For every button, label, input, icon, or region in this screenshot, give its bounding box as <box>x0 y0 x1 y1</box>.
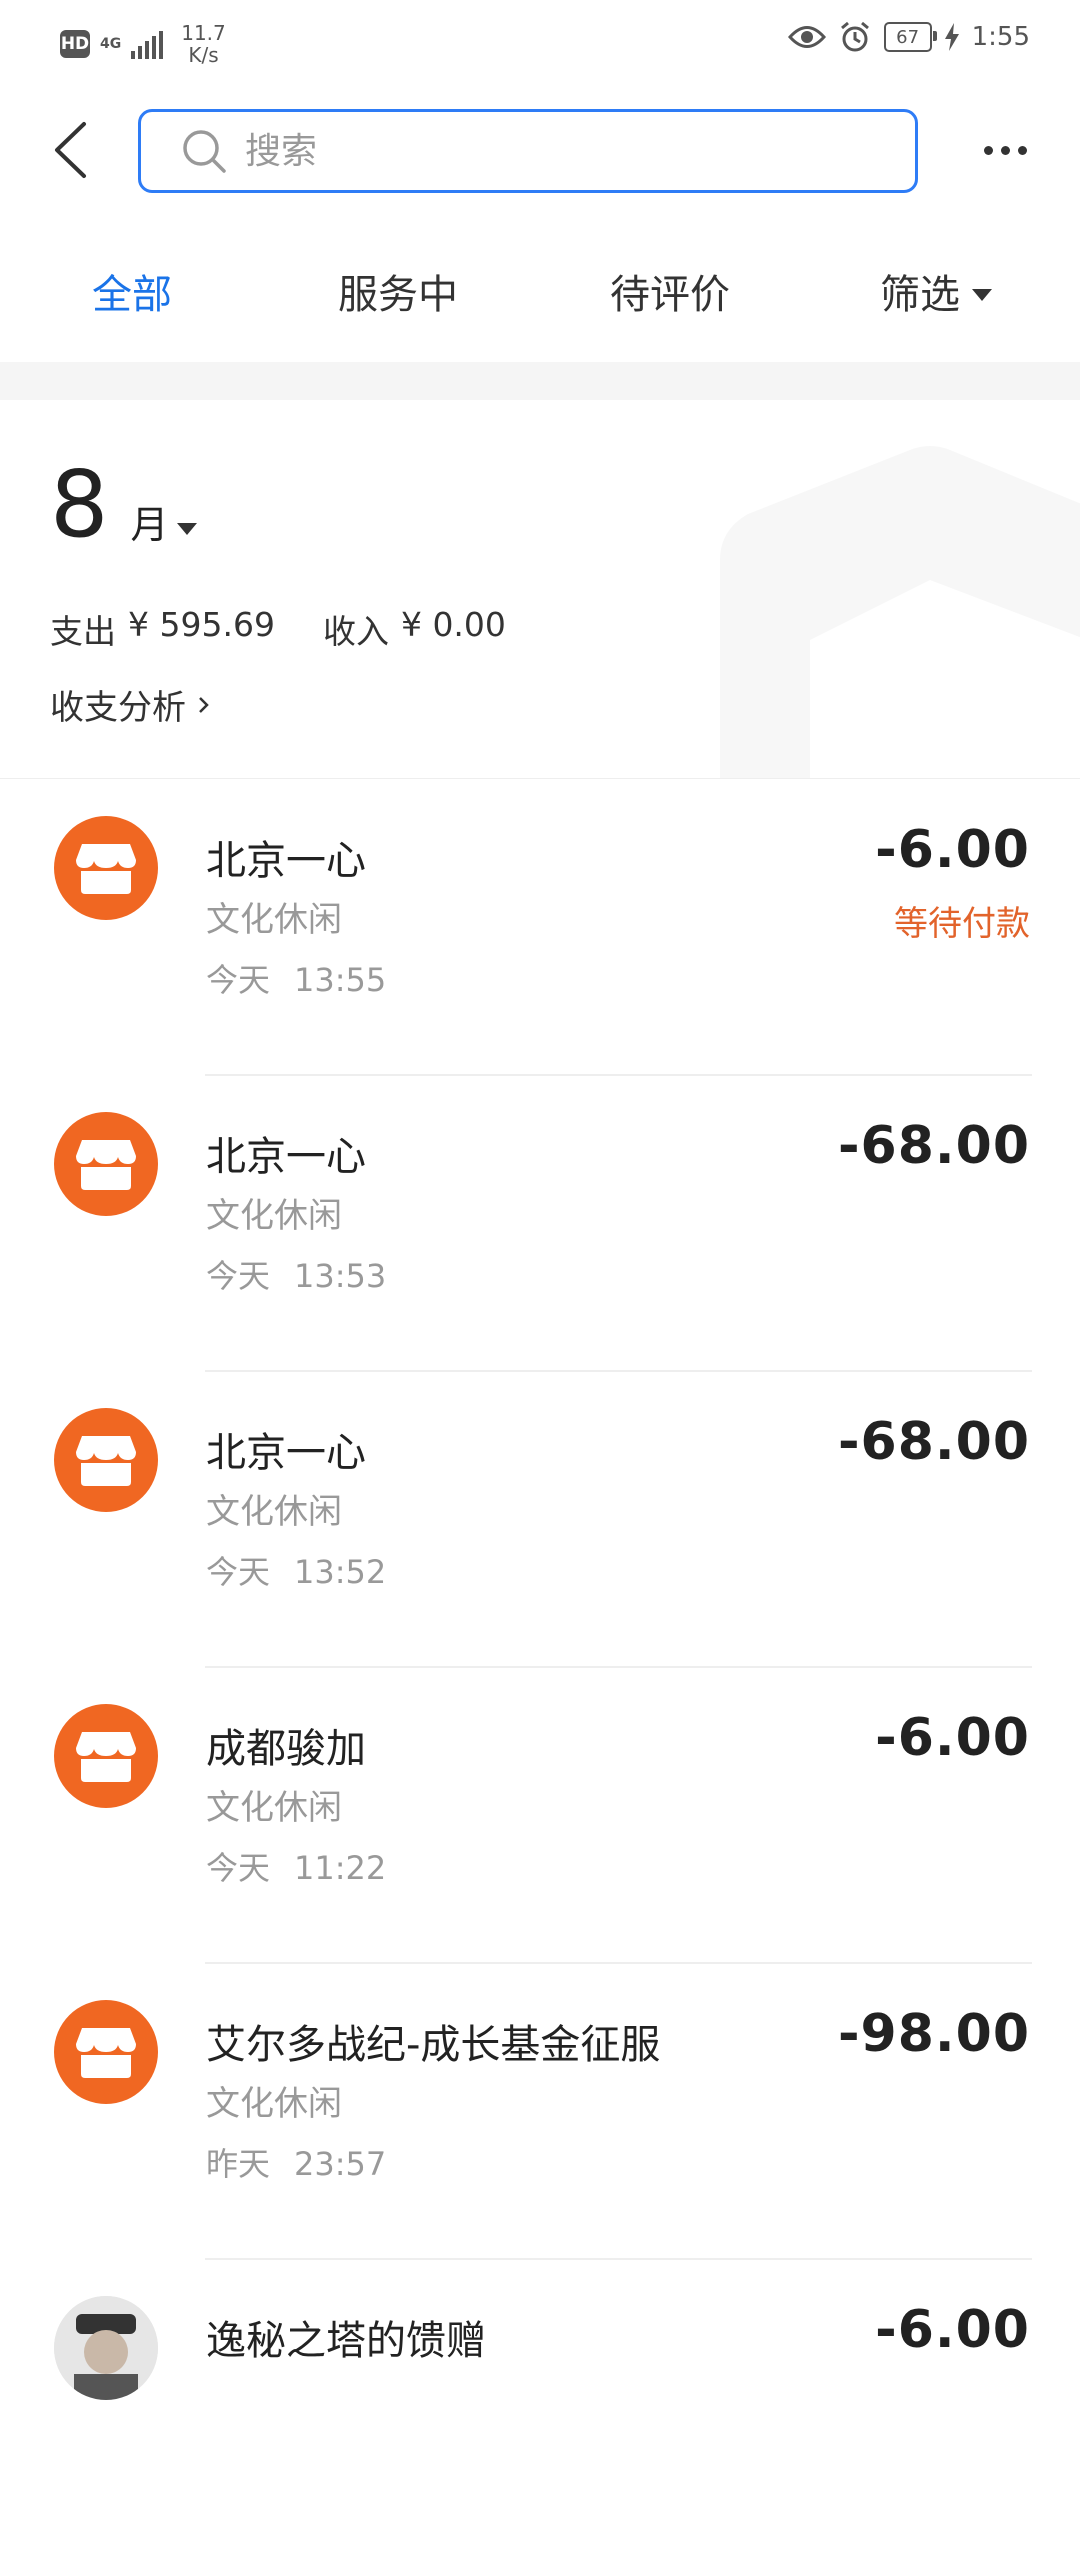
transaction-time: 今天 13:52 <box>206 1547 386 1593</box>
transaction-category: 文化休闲 <box>206 1788 342 1828</box>
hd-badge: HD <box>60 30 90 58</box>
transaction-amount: -68.00 <box>837 1412 1030 1472</box>
transaction-day: 今天 <box>206 961 271 999</box>
back-arrow-icon <box>55 122 86 178</box>
transaction-status: 等待付款 <box>894 904 1030 944</box>
status-bar: HD 4G 11.7 K/s 67 1:55 <box>0 0 1080 80</box>
transaction-day: 昨天 <box>206 2145 271 2183</box>
transaction-time: 今天 13:55 <box>206 955 386 1001</box>
tab-filter-label: 筛选 <box>880 272 960 318</box>
network-type: 4G <box>100 36 122 52</box>
tab-bar: 全部 服务中 待评价 筛选 <box>0 255 1080 335</box>
transaction-title: 逸秘之塔的馈赠 <box>206 2318 486 2364</box>
more-options-button[interactable] <box>975 125 1035 175</box>
transaction-category: 文化休闲 <box>206 1196 342 1236</box>
transaction-clock: 13:53 <box>294 1257 387 1295</box>
analysis-link[interactable]: 收支分析 <box>50 680 210 729</box>
caret-down-icon <box>176 523 197 535</box>
transaction-day: 今天 <box>206 1257 271 1295</box>
transaction-title: 北京一心 <box>206 838 366 884</box>
transaction-title: 北京一心 <box>206 1430 366 1476</box>
transaction-day: 今天 <box>206 1849 271 1887</box>
charging-icon <box>944 23 959 51</box>
transaction-row[interactable]: 逸秘之塔的馈赠 -6.00 <box>0 2260 1080 2556</box>
transaction-row[interactable]: 成都骏加 文化休闲 今天 11:22 -6.00 <box>0 1668 1080 1964</box>
speed-value: 11.7 <box>181 21 226 45</box>
transaction-title: 艾尔多战纪-成长基金征服 <box>206 2022 661 2068</box>
caret-down-icon <box>972 289 992 301</box>
month-unit: 月 <box>130 503 169 547</box>
signal-icon <box>131 29 164 59</box>
month-totals: 支出 ¥ 595.69 收入 ¥ 0.00 <box>50 605 506 653</box>
tab-pending-review[interactable]: 待评价 <box>610 255 730 335</box>
search-box[interactable] <box>138 109 918 193</box>
tab-filter[interactable]: 筛选 <box>880 255 992 335</box>
transaction-title: 成都骏加 <box>206 1726 366 1772</box>
income-label: 收入 <box>322 612 389 651</box>
battery-icon: 67 <box>883 22 937 52</box>
transaction-category: 文化休闲 <box>206 1492 342 1532</box>
header <box>0 95 1080 205</box>
transaction-amount: -68.00 <box>837 1116 1030 1176</box>
decorative-bg-icon <box>720 446 1080 778</box>
clock: 1:55 <box>971 22 1030 52</box>
transaction-amount: -98.00 <box>837 2004 1030 2064</box>
transaction-clock: 23:57 <box>294 2145 387 2183</box>
transaction-clock: 13:55 <box>294 961 387 999</box>
transaction-row[interactable]: 北京一心 文化休闲 今天 13:55 -6.00 等待付款 <box>0 780 1080 1076</box>
transaction-category: 文化休闲 <box>206 2084 342 2124</box>
transaction-amount: -6.00 <box>875 820 1030 880</box>
more-dot-icon <box>1000 145 1010 155</box>
status-left: HD 4G 11.7 K/s <box>60 22 226 66</box>
month-summary: 8 月 支出 ¥ 595.69 收入 ¥ 0.00 收支分析 <box>0 400 1080 779</box>
section-separator <box>0 362 1080 400</box>
transaction-title: 北京一心 <box>206 1134 366 1180</box>
expense-value: ¥ 595.69 <box>128 605 275 644</box>
transaction-clock: 13:52 <box>294 1553 387 1591</box>
analysis-label: 收支分析 <box>50 688 186 728</box>
transaction-category: 文化休闲 <box>206 900 342 940</box>
eye-icon <box>787 26 826 48</box>
chevron-right-icon <box>199 696 209 713</box>
transaction-clock: 11:22 <box>294 1849 387 1887</box>
month-selector[interactable]: 8 月 <box>50 455 197 555</box>
transaction-amount: -6.00 <box>875 2300 1030 2360</box>
speed-unit: K/s <box>188 43 219 67</box>
alarm-icon <box>840 21 869 52</box>
shop-icon <box>54 1408 158 1512</box>
transaction-row[interactable]: 艾尔多战纪-成长基金征服 文化休闲 昨天 23:57 -98.00 <box>0 1964 1080 2260</box>
back-button[interactable] <box>40 115 100 185</box>
transaction-row[interactable]: 北京一心 文化休闲 今天 13:52 -68.00 <box>0 1372 1080 1668</box>
transaction-day: 今天 <box>206 1553 271 1591</box>
avatar <box>54 2296 158 2400</box>
more-dot-icon <box>983 145 993 155</box>
status-right: 67 1:55 <box>787 20 1030 54</box>
tab-in-service[interactable]: 服务中 <box>338 255 458 335</box>
shop-icon <box>54 1112 158 1216</box>
search-icon <box>179 126 229 176</box>
transaction-time: 今天 13:53 <box>206 1251 386 1297</box>
network-speed: 11.7 K/s <box>181 22 226 66</box>
transaction-row[interactable]: 北京一心 文化休闲 今天 13:53 -68.00 <box>0 1076 1080 1372</box>
income-value: ¥ 0.00 <box>400 605 506 644</box>
transaction-time: 今天 11:22 <box>206 1843 386 1889</box>
shop-icon <box>54 1704 158 1808</box>
transaction-time: 昨天 23:57 <box>206 2139 386 2185</box>
shop-icon <box>54 2000 158 2104</box>
expense-label: 支出 <box>50 612 116 651</box>
more-dot-icon <box>1017 145 1027 155</box>
tab-all[interactable]: 全部 <box>92 255 172 335</box>
transaction-amount: -6.00 <box>875 1708 1030 1768</box>
month-number: 8 <box>50 451 109 558</box>
search-input[interactable] <box>243 129 847 173</box>
shop-icon <box>54 816 158 920</box>
